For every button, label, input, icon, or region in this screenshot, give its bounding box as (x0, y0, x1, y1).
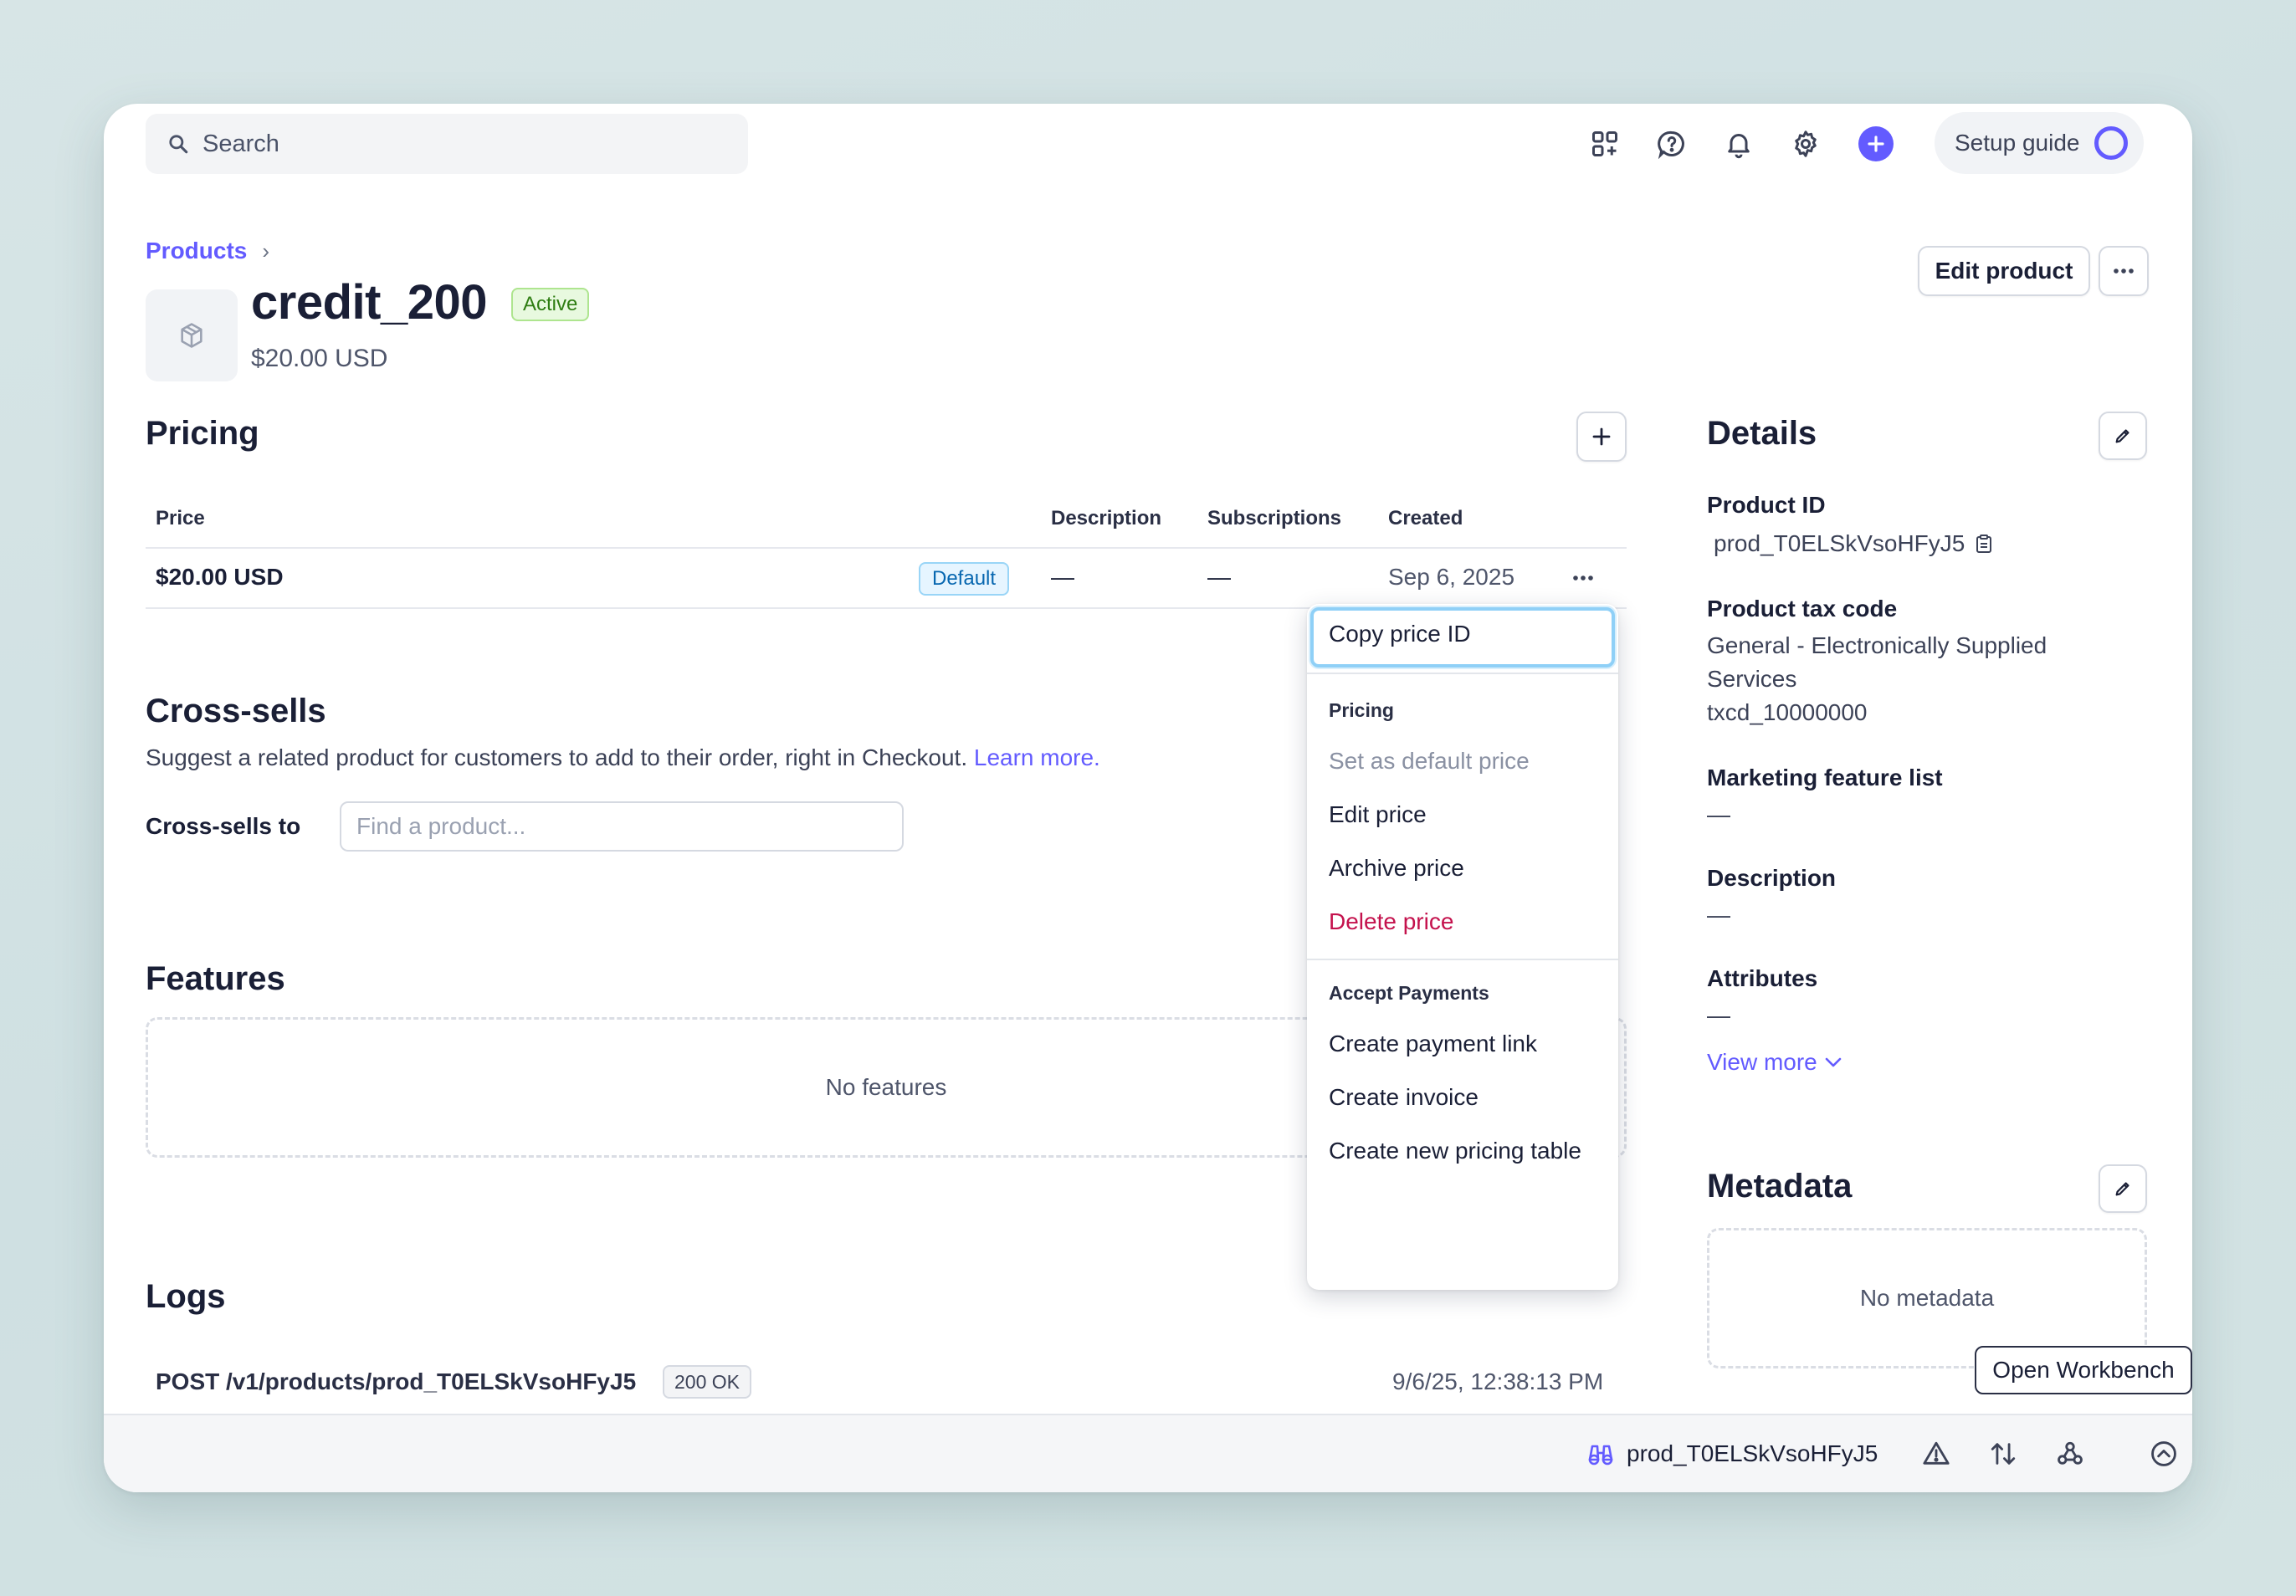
menu-item-copy-price-id[interactable]: Copy price ID (1329, 621, 1471, 647)
binoculars-icon (1588, 1445, 1613, 1466)
gear-icon[interactable] (1786, 124, 1826, 164)
product-price: $20.00 USD (251, 345, 388, 372)
tax-code-label: Product tax code (1707, 596, 1898, 622)
tax-code-line-1: General - Electronically Supplied (1707, 632, 2047, 658)
breadcrumb-products-link[interactable]: Products (146, 238, 247, 264)
more-horizontal-icon (1573, 575, 1593, 581)
details-heading: Details (1707, 415, 1817, 452)
default-badge: Default (919, 562, 1010, 596)
description-value: — (1707, 902, 1730, 928)
setup-guide-label: Setup guide (1955, 130, 2080, 156)
learn-more-link[interactable]: Learn more. (974, 744, 1100, 770)
setup-guide-button[interactable]: Setup guide (1935, 112, 2144, 174)
box-icon (181, 323, 202, 348)
page-title: credit_200 (251, 275, 487, 330)
marketing-feature-value: — (1707, 801, 1730, 827)
column-header-description: Description (1051, 507, 1162, 529)
logs-heading: Logs (146, 1278, 226, 1315)
cross-sells-input[interactable] (340, 801, 904, 852)
view-more-link[interactable]: View more (1707, 1049, 1842, 1076)
price-actions-menu: Copy price ID Pricing Set as default pri… (1307, 604, 1618, 1290)
plus-icon (1858, 126, 1894, 161)
price-cell: $20.00 USD (156, 564, 284, 590)
column-header-price: Price (156, 507, 205, 529)
menu-item-create-payment-link[interactable]: Create payment link (1329, 1031, 1537, 1057)
metadata-heading: Metadata (1707, 1168, 1853, 1205)
chevron-down-icon (1825, 1057, 1842, 1067)
apps-icon[interactable] (1585, 124, 1625, 164)
cross-sells-description: Suggest a related product for customers … (146, 744, 1100, 771)
description-label: Description (1707, 865, 1837, 891)
open-workbench-button[interactable]: Open Workbench (1975, 1346, 2192, 1394)
created-cell: Sep 6, 2025 (1388, 564, 1515, 590)
bottom-bar: prod_T0ELSkVsoHFyJ5 (104, 1414, 2192, 1492)
row-actions-button[interactable] (1563, 560, 1603, 596)
menu-item-create-pricing-table[interactable]: Create new pricing table (1329, 1138, 1581, 1164)
expand-up-icon[interactable] (2144, 1434, 2184, 1474)
subscriptions-cell: — (1207, 564, 1231, 590)
chevron-right-icon: › (262, 238, 270, 263)
inspected-object-id: prod_T0ELSkVsoHFyJ5 (1627, 1440, 1878, 1466)
edit-details-button[interactable] (2099, 412, 2147, 460)
status-badge: Active (511, 288, 590, 321)
log-timestamp: 9/6/25, 12:38:13 PM (1392, 1368, 1604, 1394)
attributes-value: — (1707, 1002, 1730, 1028)
log-request[interactable]: POST /v1/products/prod_T0ELSkVsoHFyJ5 (156, 1368, 636, 1395)
inspected-object[interactable]: prod_T0ELSkVsoHFyJ5 (1586, 1440, 1878, 1467)
description-cell: — (1051, 564, 1074, 590)
attributes-label: Attributes (1707, 965, 1818, 991)
menu-item-delete-price[interactable]: Delete price (1329, 908, 1453, 935)
search-placeholder: Search (202, 130, 279, 157)
edit-product-button[interactable]: Edit product (1918, 246, 2090, 296)
menu-heading-pricing: Pricing (1329, 699, 1394, 721)
product-id-row: prod_T0ELSkVsoHFyJ5 (1714, 527, 1993, 560)
menu-heading-accept-payments: Accept Payments (1329, 982, 1489, 1004)
log-status-badge: 200 OK (663, 1365, 751, 1399)
search-bar[interactable]: Search (146, 114, 748, 174)
add-price-button[interactable] (1576, 412, 1627, 462)
pricing-heading: Pricing (146, 415, 259, 452)
no-features-text: No features (825, 1074, 947, 1100)
tax-code-id: txcd_10000000 (1707, 699, 1868, 725)
webhooks-icon[interactable] (2050, 1434, 2090, 1474)
search-icon (169, 135, 188, 154)
more-horizontal-icon (2114, 269, 2134, 274)
product-image (146, 289, 238, 381)
tax-code-line-2: Services (1707, 666, 1797, 692)
features-heading: Features (146, 960, 285, 997)
no-metadata-text: No metadata (1859, 1285, 1995, 1311)
menu-divider (1307, 959, 1618, 960)
sort-arrows-icon[interactable] (1983, 1434, 2023, 1474)
pencil-icon (2115, 429, 2129, 443)
menu-item-create-invoice[interactable]: Create invoice (1329, 1084, 1479, 1111)
menu-divider (1307, 673, 1618, 674)
menu-item-set-default-price[interactable]: Set as default price (1329, 748, 1530, 775)
create-button[interactable] (1856, 124, 1896, 164)
breadcrumb: Products › (146, 238, 269, 264)
cross-sells-heading: Cross-sells (146, 693, 326, 729)
menu-item-archive-price[interactable]: Archive price (1329, 855, 1464, 882)
cross-sells-description-text: Suggest a related product for customers … (146, 744, 968, 770)
edit-metadata-button[interactable] (2099, 1164, 2147, 1213)
warning-icon[interactable] (1916, 1434, 1956, 1474)
clipboard-icon[interactable] (1975, 534, 1993, 554)
view-more-label: View more (1707, 1049, 1817, 1075)
help-icon[interactable] (1652, 124, 1692, 164)
column-header-subscriptions: Subscriptions (1207, 507, 1342, 529)
bell-icon[interactable] (1719, 124, 1759, 164)
plus-icon (1592, 427, 1611, 446)
menu-item-edit-price[interactable]: Edit price (1329, 801, 1427, 828)
product-id-label: Product ID (1707, 492, 1826, 518)
pencil-icon (2115, 1182, 2129, 1196)
column-header-created: Created (1388, 507, 1463, 529)
product-id-value: prod_T0ELSkVsoHFyJ5 (1714, 530, 1965, 556)
table-row[interactable]: $20.00 USD — — Sep 6, 2025 (146, 549, 1627, 607)
app-window: Search Setup guide Products › credit_200… (104, 104, 2192, 1492)
marketing-feature-label: Marketing feature list (1707, 765, 1943, 790)
cross-sells-label: Cross-sells to (146, 813, 301, 839)
more-actions-button[interactable] (2099, 246, 2149, 296)
progress-ring-icon (2094, 126, 2129, 160)
